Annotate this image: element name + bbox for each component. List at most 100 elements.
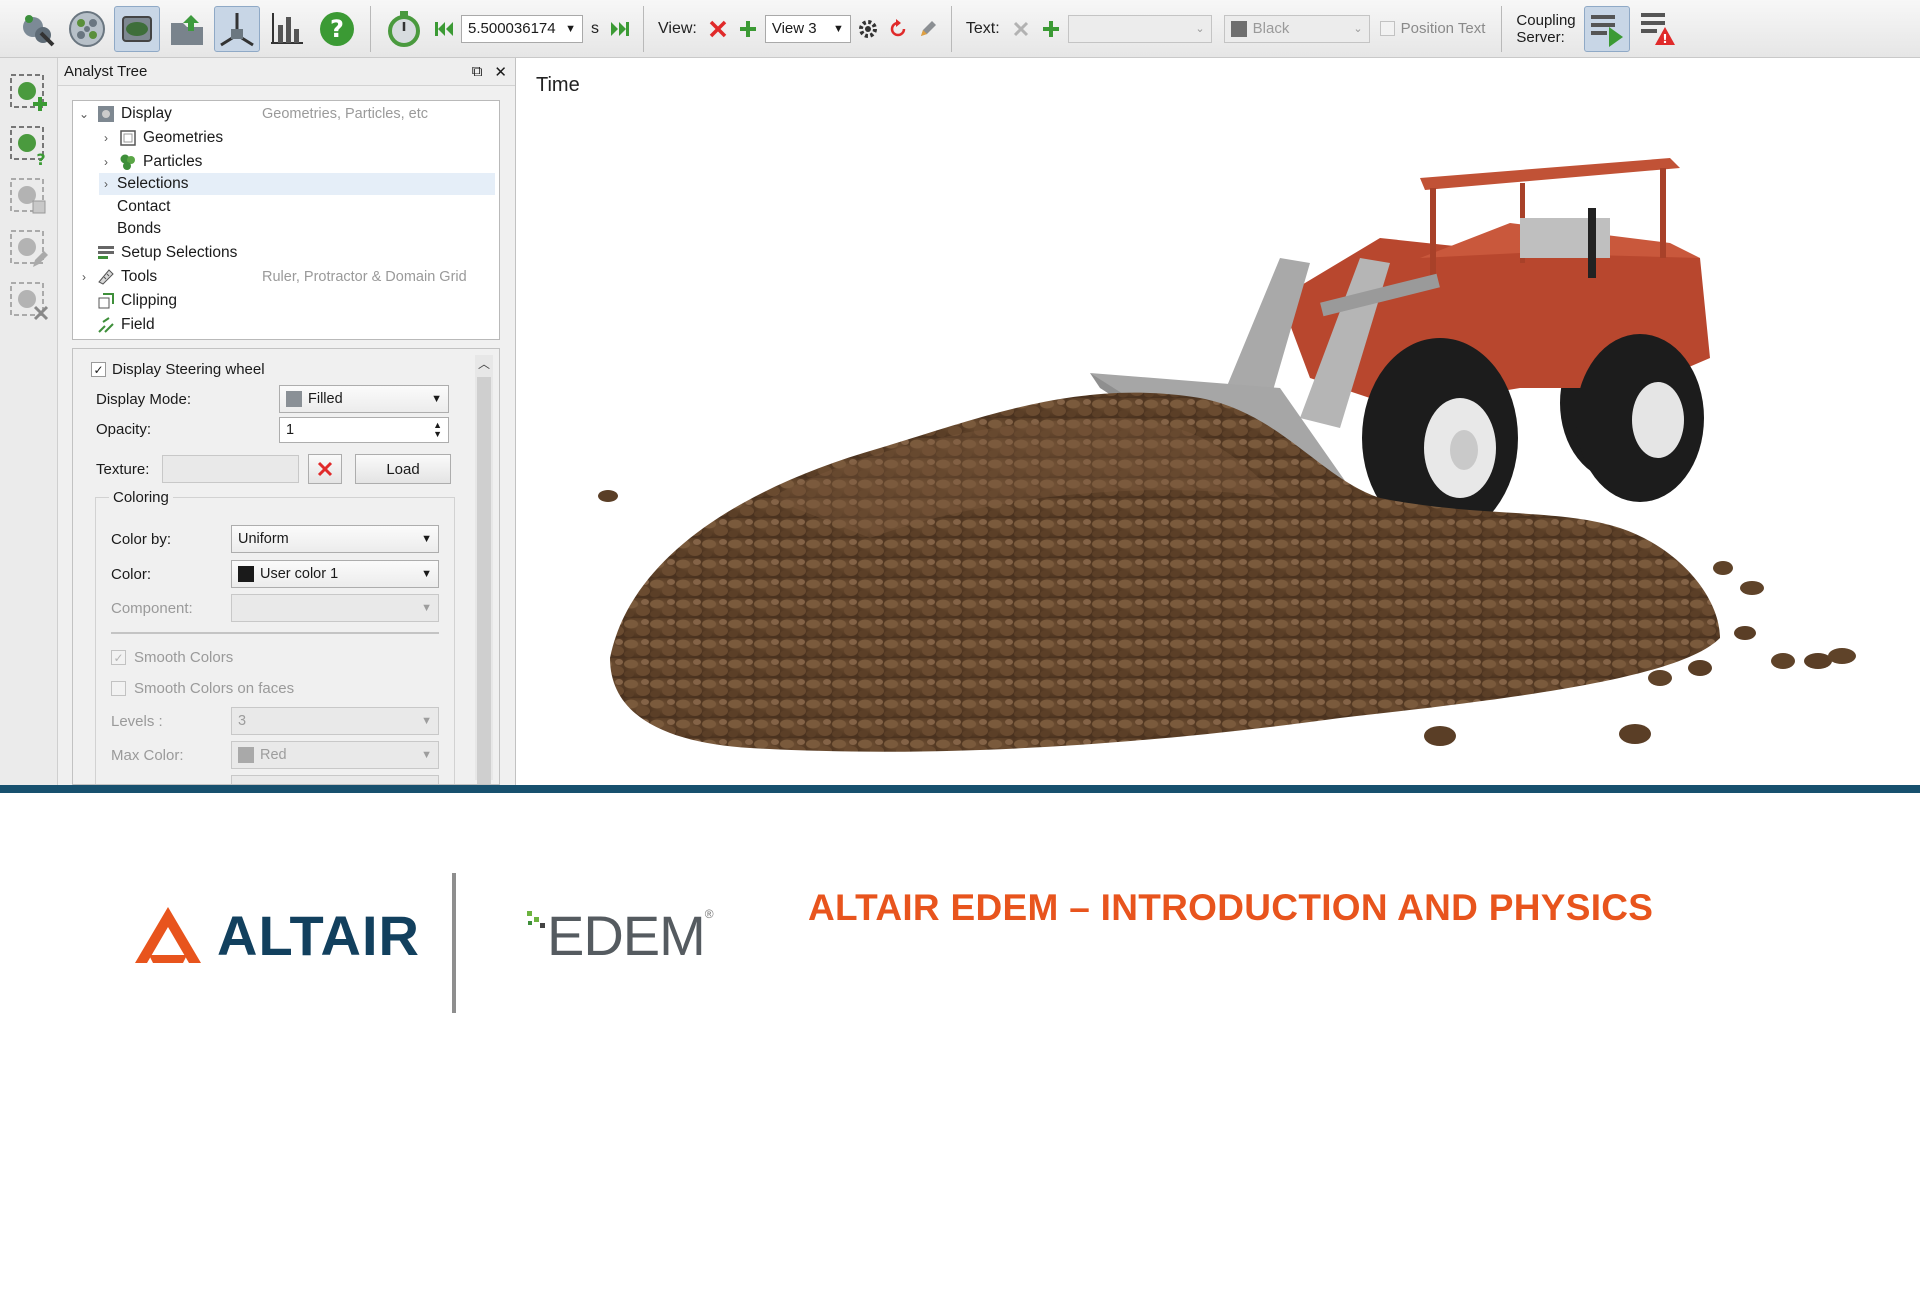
checkbox-label: Smooth Colors on faces bbox=[134, 680, 295, 697]
main-toolbar: ? 5.500036174 ▼ s View: View 3 ▼ Text: ⌄ bbox=[0, 0, 1920, 58]
color-by-select[interactable]: Uniform ▼ bbox=[231, 525, 439, 553]
max-color-label: Max Color: bbox=[111, 747, 184, 764]
field-icon bbox=[96, 316, 116, 334]
tree-item-setup-selections[interactable]: Setup Selections bbox=[91, 242, 237, 264]
tree-item-particles[interactable]: › Particles bbox=[99, 151, 495, 173]
opacity-label: Opacity: bbox=[96, 421, 152, 438]
help-icon[interactable]: ? bbox=[314, 6, 360, 52]
chevron-up-icon[interactable]: ︿ bbox=[475, 355, 493, 375]
setup-selections-icon bbox=[96, 244, 116, 262]
smooth-colors-faces-checkbox[interactable]: Smooth Colors on faces bbox=[111, 680, 294, 697]
graph-icon[interactable] bbox=[264, 6, 310, 52]
chevron-down-icon: ⌄ bbox=[1353, 23, 1363, 35]
display-steering-wheel-checkbox[interactable]: ✓ Display Steering wheel bbox=[91, 361, 265, 378]
time-unit: s bbox=[591, 19, 599, 37]
geometry-view-icon[interactable] bbox=[114, 5, 160, 52]
color-value: User color 1 bbox=[260, 565, 339, 582]
tree-item-display[interactable]: ⌄ Display Geometries, Particles, etc bbox=[77, 103, 497, 125]
chevron-down-icon: ▼ bbox=[421, 602, 432, 614]
tree-item-clipping[interactable]: Clipping bbox=[91, 290, 177, 312]
timer-icon[interactable] bbox=[381, 6, 427, 52]
tree-item-label: Particles bbox=[143, 153, 203, 170]
checkbox-box bbox=[111, 681, 126, 696]
copy-selection-icon[interactable] bbox=[6, 174, 52, 220]
query-selection-icon[interactable]: ? bbox=[6, 122, 52, 168]
add-view-icon[interactable] bbox=[735, 16, 761, 42]
display-mode-select[interactable]: Filled ▼ bbox=[279, 385, 449, 413]
first-timestep-icon[interactable] bbox=[431, 16, 457, 42]
axes-icon[interactable] bbox=[214, 5, 260, 52]
clear-texture-button[interactable] bbox=[308, 454, 342, 484]
edit-selection-icon[interactable] bbox=[6, 226, 52, 272]
wheel-loader-scene bbox=[598, 158, 1856, 752]
reset-view-icon[interactable] bbox=[885, 16, 911, 42]
toolbar-separator bbox=[643, 5, 644, 52]
float-panel-icon[interactable]: ⧉ bbox=[472, 63, 483, 81]
smooth-colors-checkbox[interactable]: ✓ Smooth Colors bbox=[111, 649, 233, 666]
component-label: Component: bbox=[111, 600, 193, 617]
delete-view-icon[interactable] bbox=[705, 16, 731, 42]
analyst-tool-icon[interactable] bbox=[14, 6, 60, 52]
text-color-value: Black bbox=[1252, 19, 1290, 37]
text-color-select[interactable]: Black ⌄ bbox=[1223, 14, 1370, 43]
chevron-down-icon[interactable]: ⌄ bbox=[77, 107, 91, 121]
particles-icon bbox=[118, 153, 138, 171]
levels-select[interactable]: 3 ▼ bbox=[231, 707, 439, 735]
add-text-icon[interactable] bbox=[1038, 16, 1064, 42]
view-settings-icon[interactable] bbox=[855, 16, 881, 42]
view-select-value: View 3 bbox=[771, 20, 817, 37]
delete-text-icon[interactable] bbox=[1008, 16, 1034, 42]
ruler-icon bbox=[96, 268, 116, 286]
position-text-checkbox[interactable]: Position Text bbox=[1374, 20, 1492, 37]
last-timestep-icon[interactable] bbox=[607, 16, 633, 42]
checkbox-label: Smooth Colors bbox=[134, 649, 234, 666]
svg-text:?: ? bbox=[36, 150, 45, 167]
tree-item-hint: Geometries, Particles, etc bbox=[262, 106, 428, 122]
chevron-down-icon: ▼ bbox=[431, 393, 442, 405]
chevron-right-icon[interactable]: › bbox=[99, 131, 113, 145]
color-select[interactable]: User color 1 ▼ bbox=[231, 560, 439, 588]
tree-item-label: Field bbox=[121, 316, 155, 333]
start-coupling-icon[interactable] bbox=[1583, 5, 1630, 52]
color-by-value: Uniform bbox=[238, 531, 289, 547]
chevron-right-icon[interactable]: › bbox=[99, 155, 113, 169]
mid-color-select[interactable] bbox=[231, 775, 439, 784]
close-icon[interactable]: ✕ bbox=[494, 63, 507, 81]
spin-arrows-icon[interactable]: ▲ ▼ bbox=[433, 421, 442, 439]
texture-field[interactable] bbox=[162, 455, 299, 483]
chevron-right-icon[interactable]: › bbox=[77, 270, 91, 284]
color-swatch bbox=[238, 566, 254, 583]
tree-item-tools[interactable]: › Tools Ruler, Protractor & Domain Grid bbox=[77, 266, 497, 288]
load-texture-button[interactable]: Load bbox=[355, 454, 451, 484]
delete-selection-icon[interactable] bbox=[6, 278, 52, 324]
properties-scrollbar[interactable]: ︿ bbox=[475, 355, 493, 784]
max-color-select[interactable]: Red ▼ bbox=[231, 741, 439, 769]
color-swatch bbox=[238, 747, 254, 764]
tree-item-label: Geometries bbox=[143, 129, 224, 146]
tree-item-label: Display bbox=[121, 105, 172, 122]
tree-item-contact[interactable]: Contact bbox=[117, 196, 170, 218]
coupling-label-line2: Server: bbox=[1516, 28, 1565, 46]
export-folder-icon[interactable] bbox=[164, 6, 210, 52]
add-selection-icon[interactable] bbox=[6, 70, 52, 116]
geometries-icon bbox=[118, 129, 138, 147]
chevron-right-icon[interactable]: › bbox=[99, 177, 113, 191]
edem-wordmark: EDEM bbox=[547, 904, 706, 967]
coupling-warning-icon[interactable]: ! bbox=[1634, 6, 1680, 52]
component-select[interactable]: ▼ bbox=[231, 594, 439, 622]
edem-logo: EDEM ® bbox=[525, 903, 714, 968]
edit-view-icon[interactable] bbox=[915, 16, 941, 42]
opacity-spinbox[interactable]: 1 ▲ ▼ bbox=[279, 417, 449, 443]
tree-item-bonds[interactable]: Bonds bbox=[117, 218, 161, 240]
scrollbar-thumb[interactable] bbox=[477, 377, 491, 784]
position-text-label: Position Text bbox=[1400, 20, 1486, 37]
tree-item-geometries[interactable]: › Geometries bbox=[99, 127, 495, 149]
clipping-icon bbox=[96, 292, 116, 310]
tree-item-selections[interactable]: › Selections bbox=[99, 173, 495, 195]
tree-item-field[interactable]: Field bbox=[91, 314, 155, 336]
particles-view-icon[interactable] bbox=[64, 6, 110, 52]
3d-viewport[interactable]: Time bbox=[520, 58, 1920, 785]
text-select[interactable]: ⌄ bbox=[1067, 14, 1212, 43]
timestep-select[interactable]: 5.500036174 ▼ bbox=[461, 14, 583, 43]
view-select[interactable]: View 3 ▼ bbox=[764, 14, 851, 43]
